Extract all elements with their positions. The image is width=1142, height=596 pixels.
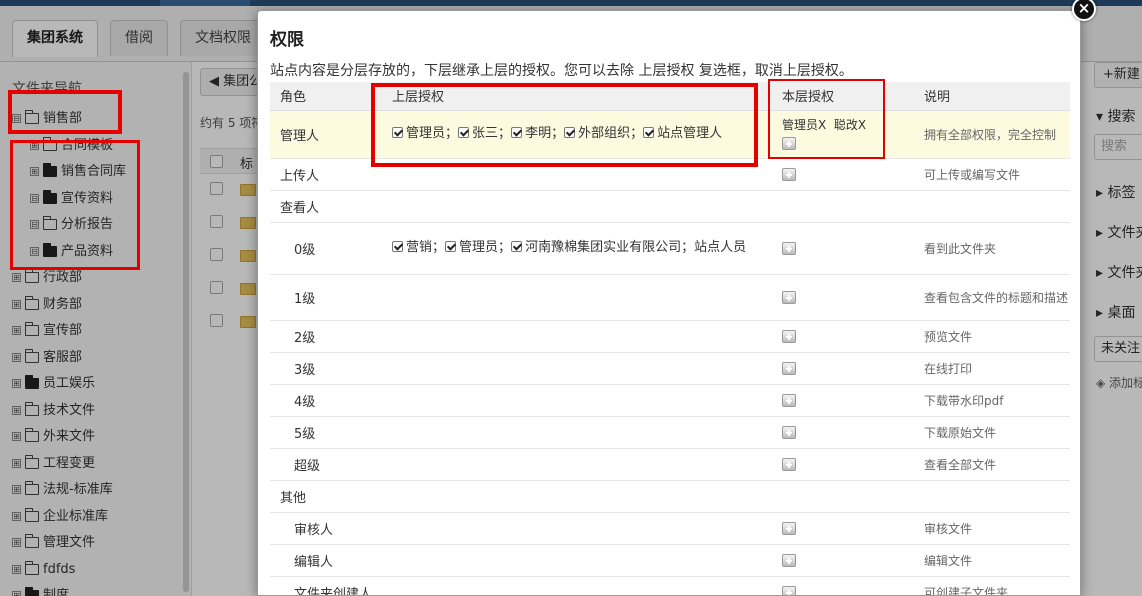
own-cell — [772, 544, 914, 577]
permission-description: 预览文件 — [914, 320, 1070, 353]
inherited-cell — [382, 576, 772, 595]
permission-description — [914, 480, 1070, 513]
permission-description — [914, 190, 1070, 223]
permission-row: 其他 — [270, 480, 1070, 513]
role-name: 2级 — [270, 320, 382, 353]
permission-row: 编辑人 编辑文件 — [270, 544, 1070, 577]
highlight-own — [768, 79, 885, 159]
add-permission-icon[interactable] — [782, 457, 796, 471]
permission-description: 查看全部文件 — [914, 448, 1070, 481]
own-cell — [772, 480, 914, 513]
permission-row: 3级 在线打印 — [270, 352, 1070, 385]
permission-description: 可上传或编写文件 — [914, 158, 1070, 191]
role-name: 3级 — [270, 352, 382, 385]
inherited-entry: 河南豫棉集团实业有限公司 — [525, 240, 682, 255]
own-cell — [772, 222, 914, 275]
own-cell — [772, 416, 914, 449]
permission-description: 编辑文件 — [914, 544, 1070, 577]
inherited-entry: 管理员 — [459, 240, 499, 255]
dialog-description: 站点内容是分层存放的，下层继承上层的授权。您可以去除 上层授权 复选框，取消上层… — [270, 63, 853, 79]
inherit-checkbox[interactable] — [445, 241, 457, 252]
role-name: 4级 — [270, 384, 382, 417]
permission-description: 在线打印 — [914, 352, 1070, 385]
role-name: 审核人 — [270, 512, 382, 545]
inherited-cell — [382, 512, 772, 545]
add-permission-icon[interactable] — [782, 167, 796, 181]
inherited-entry: 站点人员 — [694, 240, 747, 255]
header-desc: 说明 — [914, 82, 1070, 111]
add-permission-icon[interactable] — [782, 393, 796, 407]
inherited-cell — [382, 544, 772, 577]
permission-description: 查看包含文件的标题和描述 — [914, 274, 1070, 321]
inherited-cell — [382, 190, 772, 223]
inherit-checkbox[interactable] — [392, 241, 403, 252]
role-name: 5级 — [270, 416, 382, 449]
own-cell — [772, 320, 914, 353]
inherited-cell — [382, 352, 772, 385]
role-name: 文件夹创建人 — [270, 576, 382, 595]
inherited-cell — [382, 320, 772, 353]
role-name: 查看人 — [270, 190, 382, 223]
add-permission-icon[interactable] — [782, 329, 796, 343]
own-cell — [772, 384, 914, 417]
permission-dialog: 权限 站点内容是分层存放的，下层继承上层的授权。您可以去除 上层授权 复选框，取… — [257, 10, 1081, 596]
permission-row: 4级 下载带水印pdf — [270, 384, 1070, 417]
permission-description: 拥有全部权限，完全控制 — [914, 110, 1070, 159]
permission-description: 看到此文件夹 — [914, 222, 1070, 275]
role-name: 上传人 — [270, 158, 382, 191]
header-role: 角色 — [270, 82, 382, 111]
inherit-checkbox[interactable] — [511, 241, 523, 252]
highlight-inherited — [371, 83, 758, 167]
inherited-cell — [382, 384, 772, 417]
add-permission-icon[interactable] — [782, 553, 796, 567]
permission-row: 审核人 审核文件 — [270, 512, 1070, 545]
add-permission-icon[interactable] — [782, 241, 796, 255]
role-name: 0级 — [270, 222, 382, 275]
permission-description: 审核文件 — [914, 512, 1070, 545]
add-permission-icon[interactable] — [782, 290, 796, 304]
own-cell — [772, 448, 914, 481]
own-cell — [772, 512, 914, 545]
permission-row: 2级 预览文件 — [270, 320, 1070, 353]
inherited-cell — [382, 448, 772, 481]
own-cell — [772, 352, 914, 385]
own-cell — [772, 274, 914, 321]
inherited-cell — [382, 480, 772, 513]
permission-row: 0级 营销； 管理员； 河南豫棉集团实业有限公司；站点人员 看到此文件夹 — [270, 222, 1070, 275]
inherited-cell — [382, 274, 772, 321]
role-name: 1级 — [270, 274, 382, 321]
highlight-sales-dept — [8, 90, 122, 134]
role-name: 超级 — [270, 448, 382, 481]
permission-row: 文件夹创建人 可创建子文件夹 — [270, 576, 1070, 595]
inherited-cell — [382, 416, 772, 449]
own-cell — [772, 158, 914, 191]
role-name: 管理人 — [270, 110, 382, 159]
add-permission-icon[interactable] — [782, 585, 796, 595]
add-permission-icon[interactable] — [782, 521, 796, 535]
dialog-title: 权限 — [270, 30, 304, 50]
permission-row: 1级 查看包含文件的标题和描述 — [270, 274, 1070, 321]
permission-row: 查看人 — [270, 190, 1070, 223]
inherited-cell: 营销； 管理员； 河南豫棉集团实业有限公司；站点人员 — [382, 222, 772, 275]
role-name: 编辑人 — [270, 544, 382, 577]
permission-row: 超级 查看全部文件 — [270, 448, 1070, 481]
add-permission-icon[interactable] — [782, 425, 796, 439]
permission-description: 可创建子文件夹 — [914, 576, 1070, 595]
permission-description: 下载带水印pdf — [914, 384, 1070, 417]
permission-description: 下载原始文件 — [914, 416, 1070, 449]
permission-row: 5级 下载原始文件 — [270, 416, 1070, 449]
inherited-entry: 营销 — [406, 240, 433, 255]
add-permission-icon[interactable] — [782, 361, 796, 375]
role-name: 其他 — [270, 480, 382, 513]
own-cell — [772, 576, 914, 595]
highlight-subfolders — [10, 140, 140, 270]
own-cell — [772, 190, 914, 223]
